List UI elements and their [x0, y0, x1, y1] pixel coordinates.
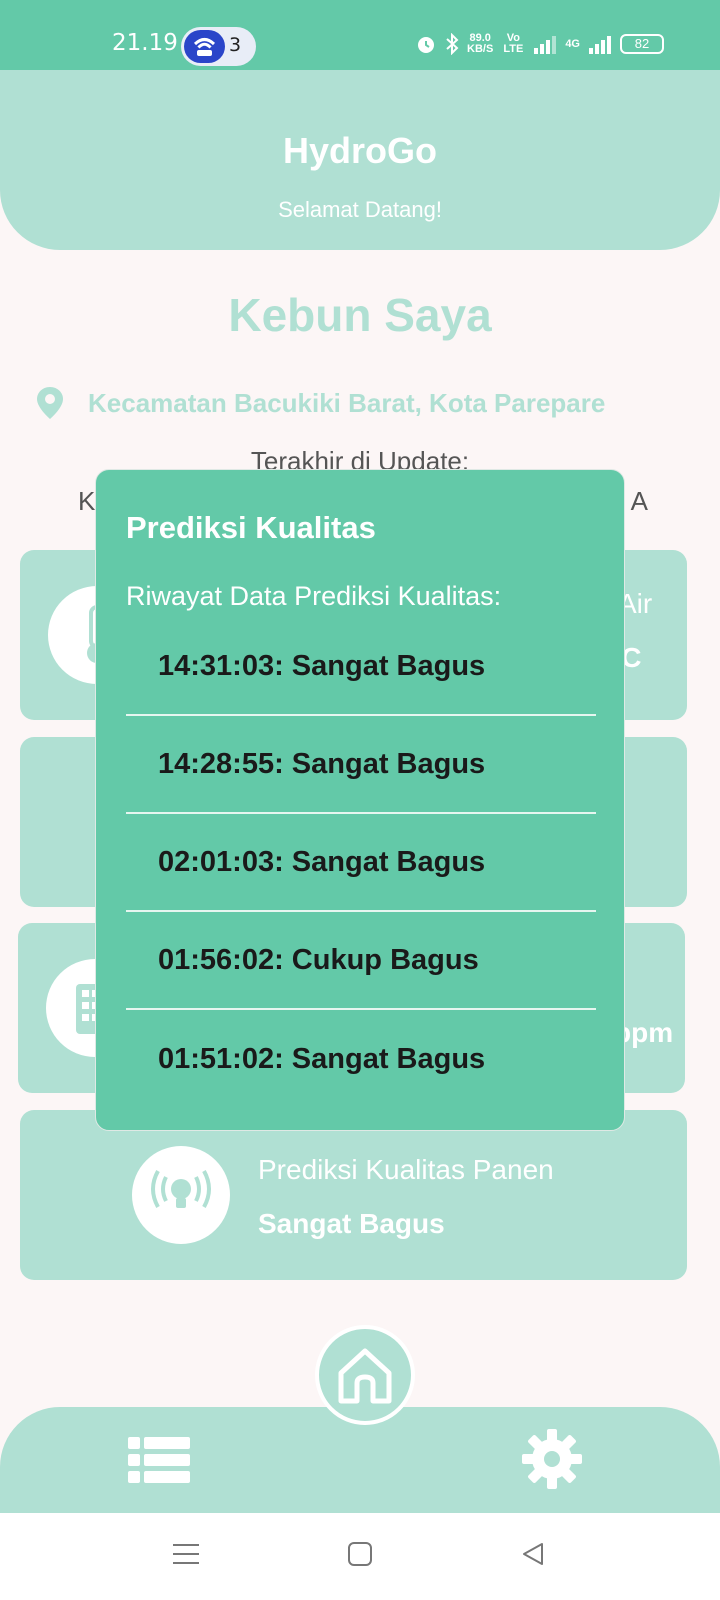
quality-prediction-dialog: Prediksi Kualitas Riwayat Data Prediksi …	[95, 469, 625, 1131]
list-item[interactable]: 01:56:02: Cukup Bagus	[126, 912, 596, 1010]
list-item[interactable]: 14:31:03: Sangat Bagus	[126, 618, 596, 716]
list-item[interactable]: 02:01:03: Sangat Bagus	[126, 814, 596, 912]
dialog-subtitle: Riwayat Data Prediksi Kualitas:	[126, 581, 502, 611]
list-item[interactable]: 14:28:55: Sangat Bagus	[126, 716, 596, 814]
prediction-history-list: 14:31:03: Sangat Bagus 14:28:55: Sangat …	[126, 618, 596, 1108]
list-item[interactable]: 01:51:02: Sangat Bagus	[126, 1010, 596, 1108]
dialog-title: Prediksi Kualitas	[126, 510, 376, 545]
